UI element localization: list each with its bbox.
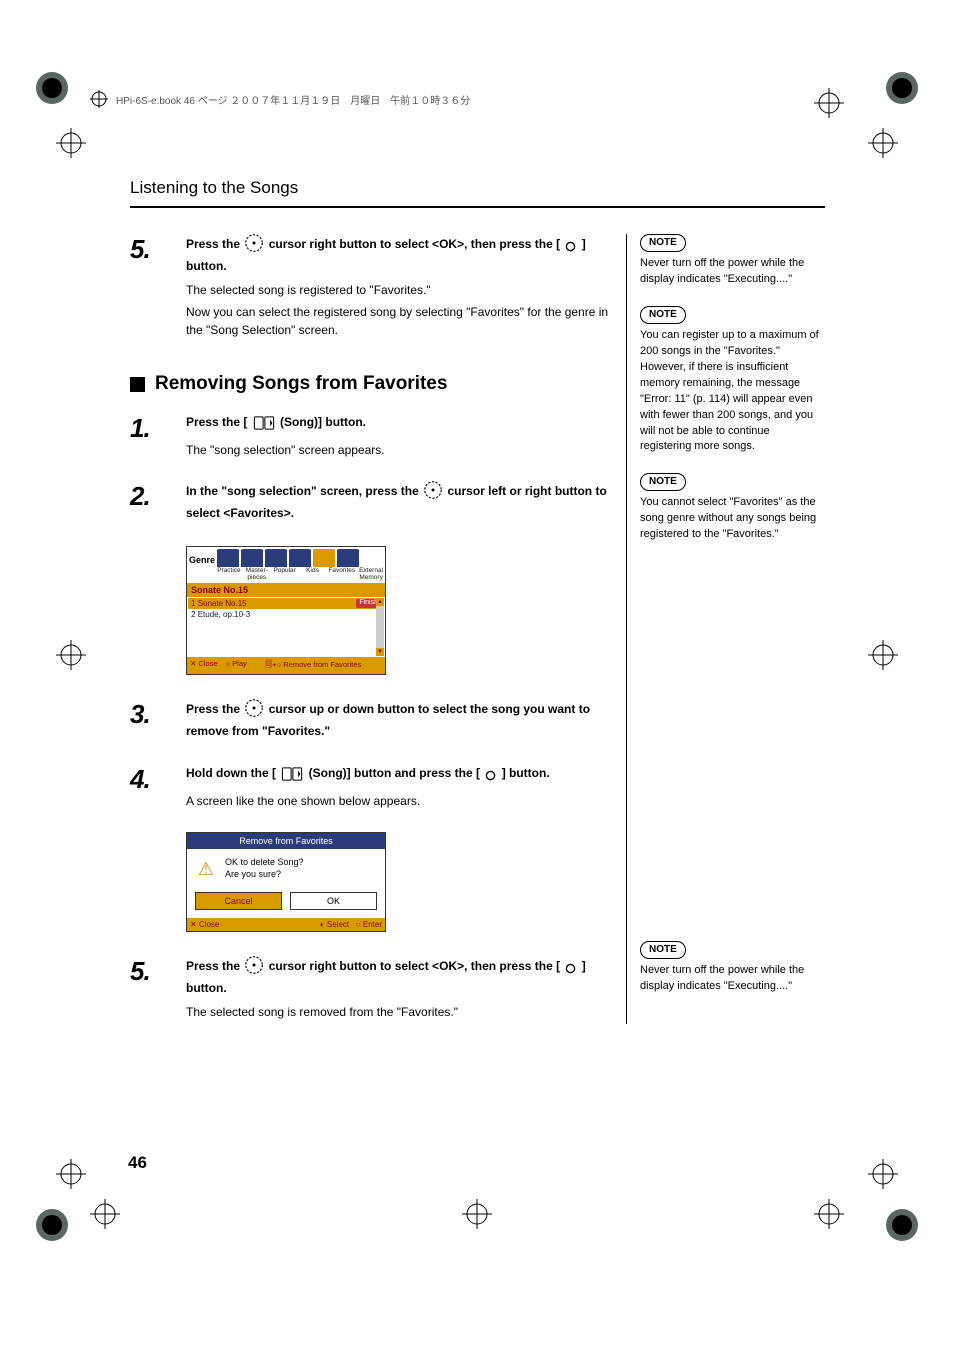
note-text: You cannot select "Favorites" as the son… [640, 495, 820, 543]
genre-folder-icon [241, 549, 263, 567]
genre-folder-icon [337, 549, 359, 567]
side-column: NOTE Never turn off the power while the … [640, 234, 820, 1013]
note-label: NOTE [640, 473, 686, 491]
genre-label: Genre [189, 555, 215, 567]
note-label: NOTE [640, 306, 686, 324]
genre-folder-icon [313, 549, 335, 567]
reg-mark-corner [36, 1209, 68, 1241]
step-heading: Press the cursor right button to select … [186, 234, 620, 275]
step-description: Now you can select the registered song b… [186, 303, 620, 339]
book-header: HPi-6S-e.book 46 ページ ２００７年１１月１９日 月曜日 午前１… [90, 90, 470, 108]
step-description: The selected song is removed from the "F… [186, 1003, 620, 1021]
reg-mark-crosshair [814, 1199, 844, 1229]
genre-folder-icon [289, 549, 311, 567]
list-item: 1 Sonate No.15 Finish [188, 598, 384, 609]
screenshot-footer: ✕ Close ○ Play 🗐+○ Remove from Favorites [187, 657, 385, 674]
reg-mark-crosshair [56, 1159, 86, 1189]
cancel-button: Cancel [195, 892, 282, 910]
step-remove-3: 3. Press the cursor up or down button to… [130, 699, 620, 746]
genre-tabs: Practice Master-pieces Popular Kids Favo… [187, 567, 385, 583]
step-description: The selected song is registered to "Favo… [186, 281, 620, 299]
step-register-5: 5. Press the cursor right button to sele… [130, 234, 620, 343]
step-description: The "song selection" screen appears. [186, 441, 620, 459]
cursor-icon [424, 481, 442, 504]
reg-mark-crosshair [90, 1199, 120, 1229]
scroll-down-icon: ▼ [376, 648, 384, 656]
note-box: NOTE You cannot select "Favorites" as th… [640, 473, 820, 543]
song-button-icon [253, 416, 275, 435]
song-selection-screenshot: Genre Practice Master-pieces Popular Kid… [186, 546, 386, 675]
page-number: 46 [128, 1153, 147, 1173]
song-button-icon [281, 767, 303, 786]
cursor-icon [245, 699, 263, 722]
note-text: Never turn off the power while the displ… [640, 963, 820, 995]
list-item: 2 Etude, op.10-3 [188, 609, 384, 620]
section-heading-text: Removing Songs from Favorites [155, 373, 447, 395]
dialog-footer: ✕ Close ◐ Select ○ Enter [187, 918, 385, 931]
circle-button-icon [485, 768, 496, 786]
remove-dialog-screenshot: Remove from Favorites ⚠ OK to delete Son… [186, 832, 386, 932]
step-heading: Press the cursor up or down button to se… [186, 699, 620, 740]
step-number: 5. [130, 234, 186, 343]
step-remove-2: 2. In the "song selection" screen, press… [130, 481, 620, 528]
reg-mark-corner [36, 72, 68, 104]
note-box: NOTE Never turn off the power while the … [640, 234, 820, 288]
scrollbar: ▲ ▼ [376, 598, 384, 656]
note-text: Never turn off the power while the displ… [640, 256, 820, 288]
reg-mark-corner [886, 1209, 918, 1241]
step-number: 1. [130, 413, 186, 463]
dialog-title: Remove from Favorites [187, 833, 385, 849]
reg-mark-crosshair [868, 1159, 898, 1189]
step-heading: In the "song selection" screen, press th… [186, 481, 620, 522]
reg-mark-crosshair [462, 1199, 492, 1229]
cursor-icon [245, 956, 263, 979]
note-label: NOTE [640, 234, 686, 252]
reg-mark-crosshair [56, 128, 86, 158]
square-bullet-icon [130, 377, 145, 392]
step-number: 3. [130, 699, 186, 746]
title-rule [130, 206, 825, 208]
note-label: NOTE [640, 941, 686, 959]
ok-button: OK [290, 892, 377, 910]
column-divider [626, 234, 627, 1024]
note-text: You can register up to a maximum of 200 … [640, 328, 820, 456]
note-box: NOTE Never turn off the power while the … [640, 941, 820, 995]
step-number: 4. [130, 764, 186, 814]
step-number: 5. [130, 956, 186, 1025]
genre-folder-icon [217, 549, 239, 567]
step-heading: Hold down the [ (Song)] button and press… [186, 764, 620, 786]
cursor-icon [245, 234, 263, 257]
section-heading-removing: Removing Songs from Favorites [130, 373, 620, 395]
reg-mark-crosshair [814, 88, 844, 118]
main-column: 5. Press the cursor right button to sele… [130, 234, 620, 1043]
scroll-up-icon: ▲ [376, 598, 384, 606]
note-box: NOTE You can register up to a maximum of… [640, 306, 820, 456]
warning-icon: ⚠ [195, 859, 217, 879]
step-number: 2. [130, 481, 186, 528]
step-remove-4: 4. Hold down the [ (Song)] button and pr… [130, 764, 620, 814]
genre-folder-icon [265, 549, 287, 567]
step-heading: Press the cursor right button to select … [186, 956, 620, 997]
step-remove-5: 5. Press the cursor right button to sele… [130, 956, 620, 1025]
song-list: 1 Sonate No.15 Finish 2 Etude, op.10-3 ▲… [187, 597, 385, 657]
step-remove-1: 1. Press the [ (Song)] button. The "song… [130, 413, 620, 463]
book-header-text: HPi-6S-e.book 46 ページ ２００７年１１月１９日 月曜日 午前１… [116, 92, 470, 107]
reg-mark-crosshair [868, 128, 898, 158]
step-heading: Press the [ (Song)] button. [186, 413, 620, 435]
circle-button-icon [565, 239, 576, 257]
reg-mark-crosshair [56, 640, 86, 670]
reg-mark-crosshair [868, 640, 898, 670]
circle-button-icon [565, 961, 576, 979]
reg-mark-corner [886, 72, 918, 104]
song-title-bar: Sonate No.15 [187, 583, 385, 597]
page-title: Listening to the Songs [130, 178, 298, 198]
dialog-message: OK to delete Song? Are you sure? [225, 857, 304, 880]
step-description: A screen like the one shown below appear… [186, 792, 620, 810]
